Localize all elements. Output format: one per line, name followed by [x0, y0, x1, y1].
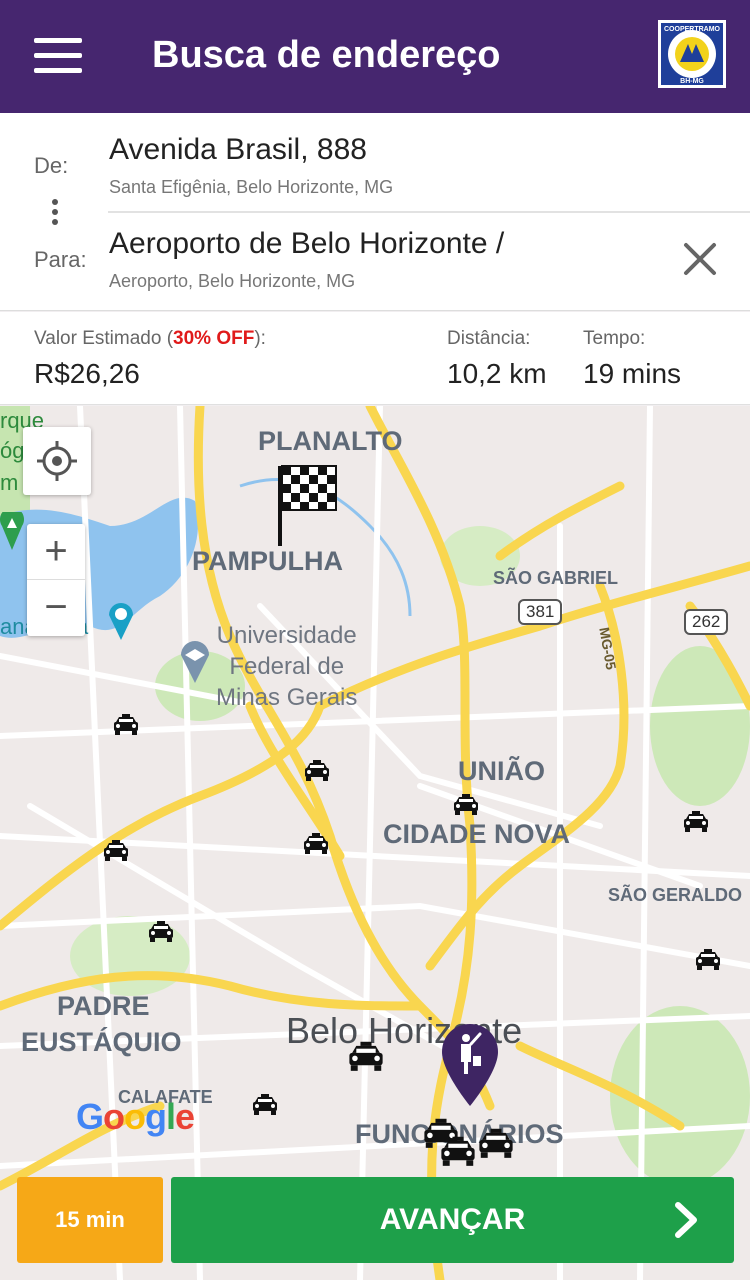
highway-shield-262: 262 [684, 609, 729, 635]
zoom-control: + − [27, 524, 85, 636]
taxi-icon [684, 811, 708, 832]
zoom-in-button[interactable]: + [27, 524, 85, 580]
district-sao-geraldo: SÃO GERALDO [608, 885, 743, 905]
taxi-icon [253, 1094, 277, 1115]
taxi-icon [479, 1128, 513, 1158]
taxi-icon [149, 921, 173, 942]
taxi-icon [305, 760, 329, 781]
crosshair-icon [37, 441, 77, 481]
route-dots-icon [52, 199, 60, 227]
divider [108, 211, 750, 213]
price-label: Valor Estimado (30% OFF): [34, 328, 266, 349]
from-label: De: [34, 153, 69, 178]
destination-flag-icon[interactable] [276, 464, 338, 548]
coopertramo-logo: COOPERTRAMO BH-MG [658, 20, 726, 88]
taxi-icon [114, 714, 138, 735]
taxi-icon [441, 1136, 475, 1166]
next-button-label: AVANÇAR [379, 1203, 526, 1236]
app-bar: Busca de endereço COOPERTRAMO BH-MG [0, 0, 750, 113]
attraction-pin-icon [109, 603, 133, 640]
district-cidade-nova: CIDADE NOVA [383, 819, 571, 849]
discount-badge: 30% OFF [173, 328, 255, 349]
page-title: Busca de endereço [152, 34, 501, 76]
distance-label: Distância: [447, 328, 531, 349]
origin-address[interactable]: Avenida Brasil, 888 [109, 133, 367, 167]
district-pampulha: PAMPULHA [192, 546, 343, 576]
origin-subtitle: Santa Efigênia, Belo Horizonte, MG [109, 177, 394, 197]
time-label: Tempo: [583, 328, 646, 349]
origin-pin-icon[interactable] [440, 1022, 500, 1108]
park-label-2: óg [0, 438, 25, 463]
chevron-right-icon [675, 1202, 697, 1238]
park-label-3: m [0, 470, 19, 495]
google-logo: Google [76, 1096, 195, 1137]
district-uniao: UNIÃO [458, 756, 545, 786]
to-label: Para: [34, 247, 87, 272]
taxi-icon [104, 840, 128, 861]
destination-address[interactable]: Aeroporto de Belo Horizonte / [109, 227, 504, 261]
close-icon[interactable] [680, 239, 720, 279]
taxi-icon [696, 949, 720, 970]
price-value: R$26,26 [34, 358, 140, 389]
school-pin-icon [181, 641, 209, 683]
next-button[interactable]: AVANÇAR [171, 1177, 734, 1263]
university-label: Universidade Federal de Minas Gerais [216, 622, 358, 711]
map-view[interactable]: PLANALTO PAMPULHA UNIÃO CIDADE NOVA PADR… [0, 406, 750, 1280]
taxi-icon [454, 794, 478, 815]
eta-button[interactable]: 15 min [17, 1177, 163, 1263]
my-location-button[interactable] [23, 427, 91, 495]
zoom-out-button[interactable]: − [27, 580, 85, 636]
district-eustaquio: EUSTÁQUIO [21, 1027, 182, 1057]
logo-text-top: COOPERTRAMO [664, 26, 721, 33]
distance-value: 10,2 km [447, 358, 547, 389]
taxi-icon [349, 1041, 383, 1071]
fare-estimate-bar: Valor Estimado (30% OFF): R$26,26 Distân… [0, 312, 750, 405]
district-sao-gabriel: SÃO GABRIEL [493, 568, 619, 588]
taxi-icon [304, 833, 328, 854]
logo-text-bottom: BH-MG [680, 78, 704, 85]
hamburger-menu-icon[interactable] [30, 34, 86, 78]
destination-subtitle: Aeroporto, Belo Horizonte, MG [109, 271, 356, 291]
highway-shield-381: 381 [518, 599, 563, 625]
district-padre: PADRE [57, 991, 150, 1021]
park-pin-icon [0, 512, 24, 550]
route-card: De: Para: Avenida Brasil, 888 Santa Efig… [0, 113, 750, 311]
district-planalto: PLANALTO [258, 426, 403, 456]
time-value: 19 mins [583, 358, 682, 389]
